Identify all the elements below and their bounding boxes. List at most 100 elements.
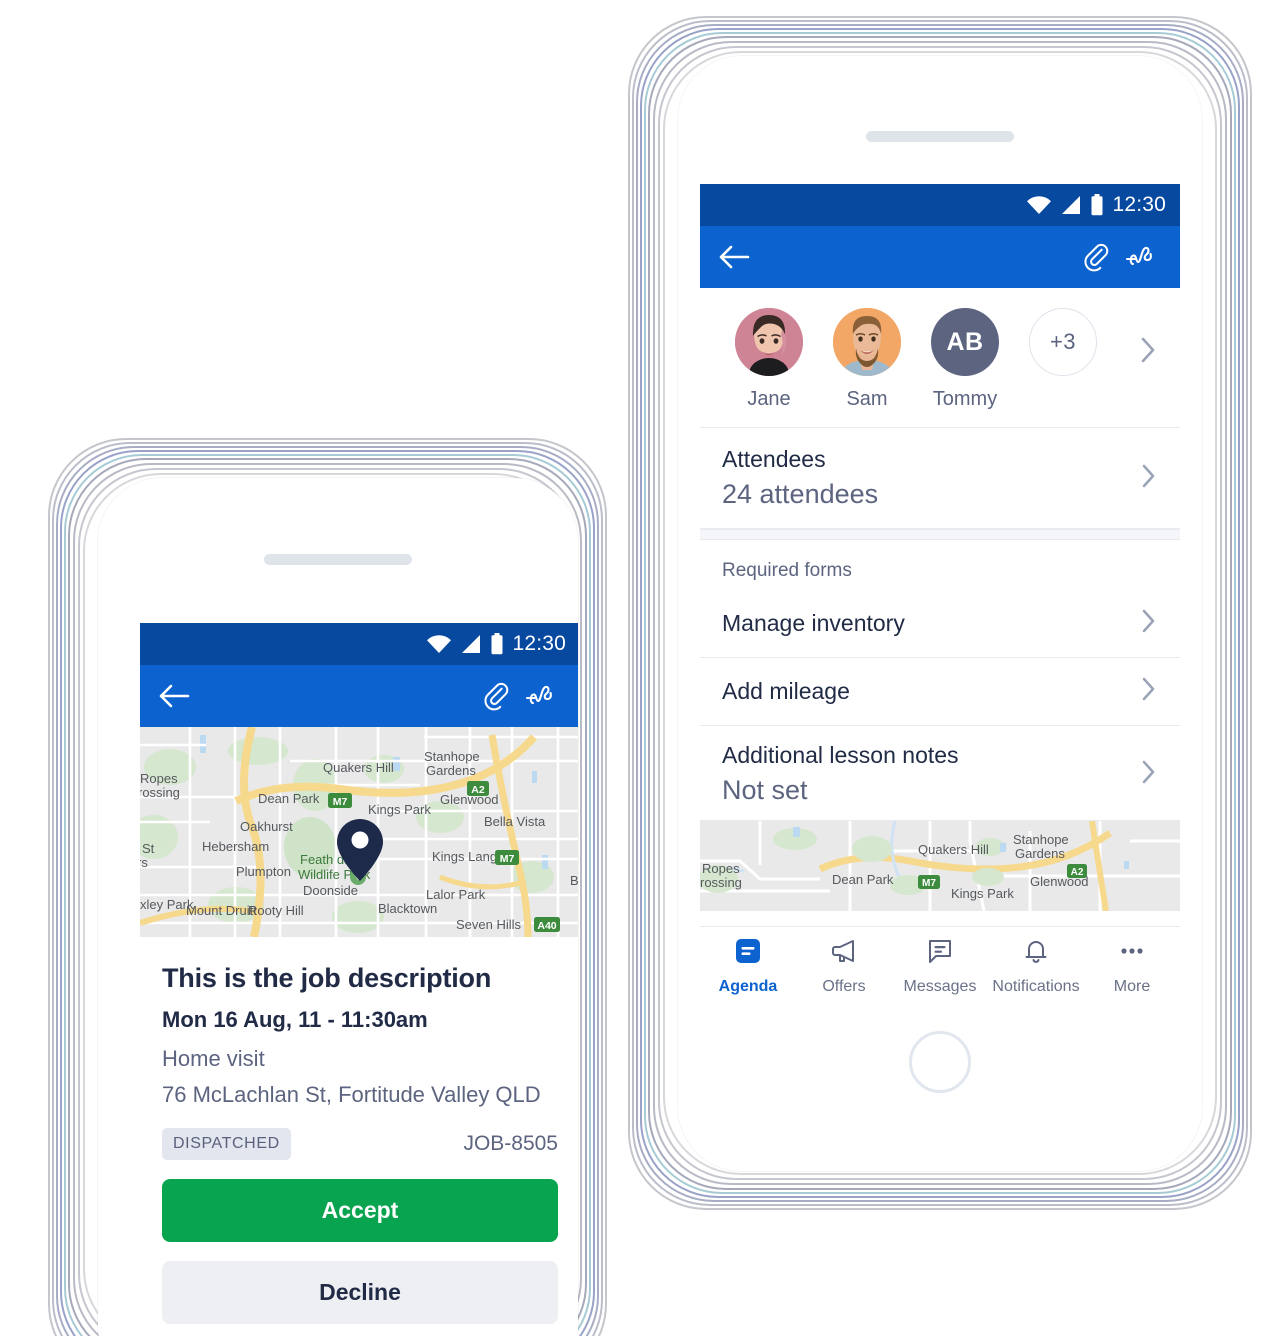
svg-text:Gardens: Gardens [1015,846,1065,861]
nav-label: Messages [903,977,977,995]
svg-text:Stanhope: Stanhope [424,749,480,764]
nav-item-agenda[interactable]: Agenda [700,936,796,996]
avatar [735,308,803,376]
nav-item-offers[interactable]: Offers [796,936,892,996]
paperclip-icon[interactable] [474,674,518,718]
signal-icon [1062,196,1081,214]
avatar-overflow[interactable]: +3 [1014,308,1112,376]
job-number: JOB-8505 [463,1132,558,1155]
home-button[interactable] [909,1031,971,1093]
avatar-person[interactable]: Jane [720,308,818,411]
svg-text:rs: rs [140,855,148,870]
wifi-icon [1027,196,1052,214]
svg-text:Blacktown: Blacktown [378,901,437,916]
paperclip-icon[interactable] [1074,235,1118,279]
phone-body: 12:30 [678,56,1202,1171]
svg-text:A2: A2 [1071,867,1084,878]
svg-text:rossing: rossing [140,785,180,800]
attendee-avatar-strip[interactable]: Jane Sam AB Tommy +3 [700,288,1180,428]
app-toolbar [140,665,578,727]
screenshot-stage: 12:30 Jane Sam AB Tommy +3 Attendees 24 … [0,0,1282,1336]
avatar-person[interactable]: Sam [818,308,916,411]
status-badge: DISPATCHED [162,1128,291,1160]
row-manage-inventory[interactable]: Manage inventory [700,590,1180,658]
signature-icon[interactable] [518,674,562,718]
svg-text:Dean Park: Dean Park [832,872,894,887]
row-text: Add mileage [722,678,850,705]
more-dots-icon [1117,936,1147,971]
app-toolbar [700,226,1180,288]
job-address: 76 McLachlan St, Fortitude Valley QLD [162,1082,541,1107]
speaker-grille [866,131,1014,142]
svg-text:Gardens: Gardens [426,763,476,778]
bell-icon [1021,936,1051,971]
back-arrow-icon[interactable] [152,674,196,718]
bottom-navigation: Agenda Offers Messages Notifications Mor… [700,926,1180,1004]
job-location-map[interactable]: Ropes rossing St rs Quakers Hill Stanhop… [140,727,578,937]
chevron-right-icon [1141,463,1156,494]
row-label: Attendees [722,446,826,472]
section-header-required-forms: Required forms [700,540,1180,590]
chevron-right-icon [1141,676,1156,707]
agenda-icon [733,936,763,971]
row-label: Additional lesson notes [722,742,959,768]
avatar-name: Sam [846,388,888,410]
avatar [833,308,901,376]
status-bar: 12:30 [700,184,1180,226]
nav-item-more[interactable]: More [1084,936,1180,996]
left-phone: 12:30 Ropes rossing St s Quakers Hill St… [40,430,615,1336]
wifi-icon [427,635,452,653]
avatar-person[interactable]: AB Tommy [916,308,1014,411]
speaker-grille [264,554,412,565]
row-text: Additional lesson notes Not set [722,742,959,806]
svg-text:Plumpton: Plumpton [236,864,291,879]
job-datetime: Mon 16 Aug, 11 - 11:30am [162,1007,428,1032]
nav-label: Notifications [992,977,1080,995]
back-arrow-icon[interactable] [712,235,756,279]
right-phone-screen: 12:30 Jane Sam AB Tommy +3 Attendees 24 … [700,184,1180,1004]
svg-text:M7: M7 [500,853,515,865]
svg-text:Kings Park: Kings Park [368,802,431,817]
svg-text:A2: A2 [471,784,485,796]
row-additional-lesson-notes[interactable]: Additional lesson notes Not set [700,726,1180,821]
nav-label: Offers [822,977,866,995]
svg-text:Doonside: Doonside [303,883,358,898]
status-bar: 12:30 [140,623,578,665]
row-label: Manage inventory [722,610,905,636]
svg-text:Rooty Hill: Rooty Hill [248,903,304,918]
signal-icon [462,635,481,653]
status-bar-time: 12:30 [512,632,566,655]
row-text: Attendees 24 attendees [722,446,878,510]
svg-text:Kings Park: Kings Park [951,886,1014,901]
section-divider [700,529,1180,540]
svg-text:Dean Park: Dean Park [258,791,320,806]
avatar-name: Tommy [932,388,998,410]
svg-text:St: St [142,841,155,856]
megaphone-icon [829,936,859,971]
svg-text:Oakhurst: Oakhurst [240,819,293,834]
row-text: Manage inventory [722,610,905,637]
avatar-initials: AB [931,308,999,376]
nav-item-messages[interactable]: Messages [892,936,988,996]
svg-text:rossing: rossing [700,875,742,890]
row-value: Not set [722,775,808,805]
accept-button[interactable]: Accept [162,1179,558,1242]
nav-item-notifications[interactable]: Notifications [988,936,1084,996]
map-strip[interactable]: Ropes rossing Dean Park Quakers Hill Sta… [700,821,1180,911]
svg-text:Lalor Park: Lalor Park [426,887,486,902]
row-value: 24 attendees [722,479,879,509]
svg-text:Ropes: Ropes [702,861,740,876]
job-details: This is the job description Mon 16 Aug, … [140,937,578,1324]
row-add-mileage[interactable]: Add mileage [700,658,1180,726]
right-phone: 12:30 Jane Sam AB Tommy +3 Attendees 24 … [620,8,1260,1218]
svg-text:Bella Vista: Bella Vista [484,814,546,829]
svg-text:M7: M7 [333,796,348,808]
decline-button[interactable]: Decline [162,1261,558,1324]
chevron-right-icon [1141,608,1156,639]
signature-icon[interactable] [1118,235,1162,279]
nav-label: Agenda [718,977,778,995]
chevron-right-icon [1141,759,1156,790]
svg-text:Quakers Hill: Quakers Hill [918,842,989,857]
battery-icon [491,633,503,655]
row-attendees[interactable]: Attendees 24 attendees [700,428,1180,529]
